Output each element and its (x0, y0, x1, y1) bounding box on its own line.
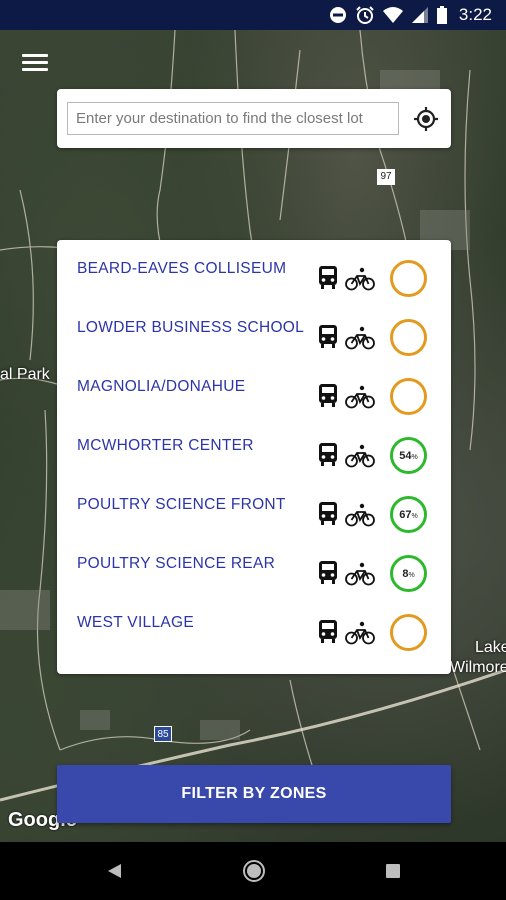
percent-sign: % (411, 453, 418, 461)
availability-value: 54 (399, 449, 412, 462)
status-time: 3:22 (458, 5, 492, 24)
bicycle-icon (345, 562, 375, 586)
signal-icon (411, 7, 428, 23)
lot-name: POULTRY SCIENCE REAR (77, 555, 276, 572)
parking-lots-list: BEARD-EAVES COLLISEUM LOWDER BUSINESS SCH… (57, 240, 451, 674)
availability-percent: 8% (402, 568, 414, 580)
bicycle-icon (345, 326, 375, 350)
bus-icon (317, 442, 339, 468)
lot-name: POULTRY SCIENCE FRONT (77, 496, 286, 513)
search-card (57, 89, 451, 148)
lot-name: BEARD-EAVES COLLISEUM (77, 260, 287, 277)
back-icon (108, 864, 121, 878)
lot-name: MAGNOLIA/DONAHUE (77, 378, 246, 395)
availability-percent: 54% (399, 450, 417, 462)
lot-row[interactable]: MCWHORTER CENTER 54% (57, 417, 451, 476)
bus-icon (317, 501, 339, 527)
availability-indicator: 8% (390, 555, 427, 592)
alarm-icon (356, 6, 374, 24)
availability-indicator (390, 614, 427, 651)
map-label-lake: Lake (475, 639, 506, 656)
status-bar: 3:22 (0, 0, 506, 30)
bus-icon (317, 265, 339, 291)
lot-name: WEST VILLAGE (77, 614, 195, 631)
availability-indicator (390, 260, 427, 297)
menu-icon[interactable] (22, 54, 48, 74)
battery-icon (436, 6, 447, 24)
navigation-bar (0, 842, 506, 900)
map-label-lake2: Wilmore (450, 659, 506, 676)
filter-by-zones-button[interactable]: FILTER BY ZONES (57, 765, 451, 823)
menu-line (22, 54, 48, 57)
bicycle-icon (345, 621, 375, 645)
status-icons: 3:22 (329, 0, 492, 30)
lot-name: MCWHORTER CENTER (77, 437, 254, 454)
interstate-label: 85 (157, 729, 169, 740)
bicycle-icon (345, 444, 375, 468)
lot-row[interactable]: POULTRY SCIENCE REAR 8% (57, 535, 451, 594)
lot-row[interactable]: MAGNOLIA/DONAHUE (57, 358, 451, 417)
interstate-shield: 85 (154, 726, 172, 742)
home-icon (243, 860, 265, 882)
bus-icon (317, 324, 339, 350)
route-label: 97 (380, 171, 392, 182)
home-button[interactable] (239, 856, 269, 886)
recents-button[interactable] (378, 856, 408, 886)
bicycle-icon (345, 267, 375, 291)
bicycle-icon (345, 503, 375, 527)
percent-sign: % (411, 512, 418, 520)
availability-indicator (390, 319, 427, 356)
menu-line (22, 68, 48, 71)
availability-percent: 67% (399, 509, 417, 521)
lot-row[interactable]: LOWDER BUSINESS SCHOOL (57, 299, 451, 358)
availability-indicator (390, 378, 427, 415)
percent-sign: % (408, 571, 415, 579)
bus-icon (317, 619, 339, 645)
map-label-park: al Park (0, 366, 50, 383)
availability-value: 67 (399, 508, 412, 521)
do-not-disturb-icon (329, 7, 346, 23)
recents-icon (386, 864, 400, 878)
gps-target-icon (414, 107, 438, 131)
menu-line (22, 61, 48, 64)
wifi-icon (382, 7, 403, 23)
back-button[interactable] (99, 856, 129, 886)
destination-search-input[interactable] (67, 102, 399, 135)
my-location-button[interactable] (412, 105, 440, 133)
lot-row[interactable]: POULTRY SCIENCE FRONT 67% (57, 476, 451, 535)
bus-icon (317, 560, 339, 586)
bus-icon (317, 383, 339, 409)
availability-indicator: 54% (390, 437, 427, 474)
lot-name: LOWDER BUSINESS SCHOOL (77, 319, 305, 336)
lot-row[interactable]: WEST VILLAGE (57, 594, 451, 653)
route-shield: 97 (377, 169, 395, 185)
bicycle-icon (345, 385, 375, 409)
lot-row[interactable]: BEARD-EAVES COLLISEUM (57, 240, 451, 299)
availability-indicator: 67% (390, 496, 427, 533)
